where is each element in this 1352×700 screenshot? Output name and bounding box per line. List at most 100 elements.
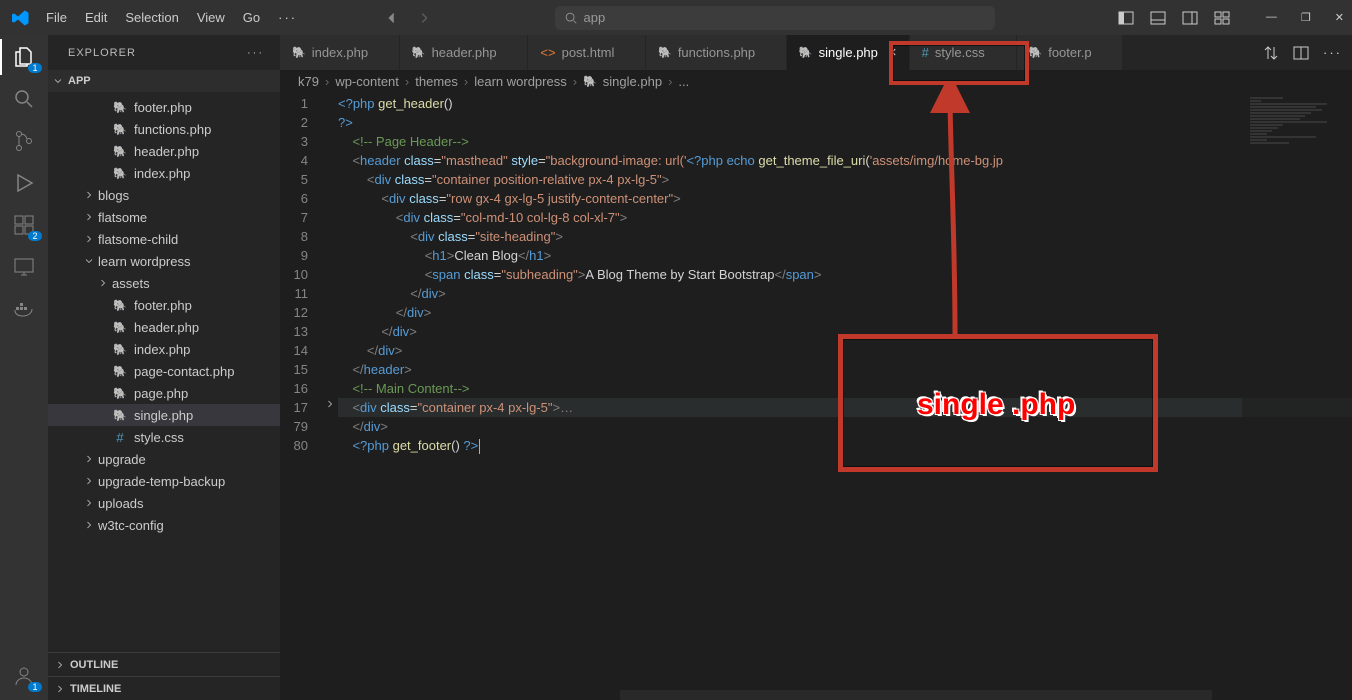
vscode-logo-icon bbox=[12, 9, 30, 27]
activity-docker[interactable] bbox=[10, 295, 38, 323]
minimize-icon[interactable]: — bbox=[1266, 11, 1277, 24]
chevron-right-icon bbox=[54, 659, 66, 671]
compare-icon[interactable] bbox=[1263, 45, 1279, 61]
editor-tab[interactable]: 🐘functions.php× bbox=[646, 35, 787, 70]
sidebar-explorer: EXPLORER ··· APP 🐘footer.php🐘functions.p… bbox=[48, 35, 280, 700]
menu-more[interactable]: ··· bbox=[270, 6, 305, 29]
title-bar: File Edit Selection View Go ··· app — ❐ … bbox=[0, 0, 1352, 35]
accounts-badge: 1 bbox=[28, 682, 42, 692]
chevron-down-icon bbox=[52, 75, 64, 87]
activity-explorer[interactable]: 1 bbox=[10, 43, 38, 71]
editor-tab[interactable]: 🐘footer.p× bbox=[1017, 35, 1124, 70]
file-item[interactable]: 🐘functions.php bbox=[48, 118, 280, 140]
menu-selection[interactable]: Selection bbox=[117, 6, 186, 29]
folder-item[interactable]: flatsome-child bbox=[48, 228, 280, 250]
layout-panel-icon[interactable] bbox=[1150, 10, 1166, 26]
file-item[interactable]: 🐘footer.php bbox=[48, 96, 280, 118]
file-item[interactable]: 🐘page-contact.php bbox=[48, 360, 280, 382]
command-center-search[interactable]: app bbox=[555, 6, 995, 30]
editor-more-icon[interactable]: ··· bbox=[1323, 45, 1342, 60]
tab-actions: ··· bbox=[1253, 35, 1352, 70]
horizontal-scrollbar[interactable] bbox=[620, 690, 1212, 700]
breadcrumb-segment[interactable]: themes bbox=[415, 74, 458, 89]
remote-explorer-icon bbox=[12, 255, 36, 279]
editor-tabs: 🐘index.php×🐘header.php×<>post.html×🐘func… bbox=[280, 35, 1352, 70]
editor-tab[interactable]: 🐘index.php× bbox=[280, 35, 400, 70]
source-control-icon bbox=[12, 129, 36, 153]
breadcrumb[interactable]: k79›wp-content›themes›learn wordpress›🐘s… bbox=[280, 70, 1352, 92]
file-item[interactable]: #style.css bbox=[48, 426, 280, 448]
outline-section[interactable]: OUTLINE bbox=[48, 652, 280, 676]
sidebar-more-icon[interactable]: ··· bbox=[247, 47, 264, 59]
window-controls: — ❐ ✕ bbox=[1266, 11, 1344, 24]
folder-item[interactable]: upgrade bbox=[48, 448, 280, 470]
layout-customize-icon[interactable] bbox=[1214, 10, 1230, 26]
layout-sidebar-left-icon[interactable] bbox=[1118, 10, 1134, 26]
layout-sidebar-right-icon[interactable] bbox=[1182, 10, 1198, 26]
activity-scm[interactable] bbox=[10, 127, 38, 155]
outline-label: OUTLINE bbox=[70, 659, 118, 671]
workspace-name: APP bbox=[68, 75, 91, 87]
workspace-folder-header[interactable]: APP bbox=[48, 70, 280, 92]
file-tree: 🐘footer.php🐘functions.php🐘header.php🐘ind… bbox=[48, 92, 280, 652]
docker-icon bbox=[12, 297, 36, 321]
line-gutter: 12345678910111213141516177980 bbox=[280, 92, 324, 700]
editor-group: 🐘index.php×🐘header.php×<>post.html×🐘func… bbox=[280, 35, 1352, 700]
timeline-section[interactable]: TIMELINE bbox=[48, 676, 280, 700]
editor-tab[interactable]: <>post.html× bbox=[528, 35, 646, 70]
activity-extensions[interactable]: 2 bbox=[10, 211, 38, 239]
extensions-badge: 2 bbox=[28, 231, 42, 241]
file-item[interactable]: 🐘index.php bbox=[48, 162, 280, 184]
breadcrumb-segment[interactable]: k79 bbox=[298, 74, 319, 89]
menu-go[interactable]: Go bbox=[235, 6, 268, 29]
search-icon bbox=[564, 11, 578, 25]
annotation-text: single .php bbox=[917, 388, 1075, 422]
close-icon[interactable]: ✕ bbox=[1335, 11, 1344, 24]
search-icon bbox=[12, 87, 36, 111]
folder-item[interactable]: upgrade-temp-backup bbox=[48, 470, 280, 492]
code-editor[interactable]: 12345678910111213141516177980 <?php get_… bbox=[280, 92, 1352, 700]
run-debug-icon bbox=[12, 171, 36, 195]
activity-remote[interactable] bbox=[10, 253, 38, 281]
nav-forward-icon[interactable] bbox=[417, 11, 431, 25]
activity-debug[interactable] bbox=[10, 169, 38, 197]
activity-accounts[interactable]: 1 bbox=[10, 662, 38, 690]
fold-toggle[interactable] bbox=[324, 398, 336, 410]
maximize-icon[interactable]: ❐ bbox=[1301, 11, 1311, 24]
editor-tab[interactable]: 🐘header.php× bbox=[400, 35, 529, 70]
minimap[interactable] bbox=[1242, 92, 1352, 700]
file-item[interactable]: 🐘header.php bbox=[48, 140, 280, 162]
search-text: app bbox=[584, 10, 606, 25]
folder-item[interactable]: assets bbox=[48, 272, 280, 294]
activity-bar: 1 2 1 bbox=[0, 35, 48, 700]
activity-search[interactable] bbox=[10, 85, 38, 113]
nav-history bbox=[385, 11, 431, 25]
folder-item[interactable]: learn wordpress bbox=[48, 250, 280, 272]
breadcrumb-segment[interactable]: ... bbox=[678, 74, 689, 89]
file-item[interactable]: 🐘footer.php bbox=[48, 294, 280, 316]
menu-edit[interactable]: Edit bbox=[77, 6, 115, 29]
explorer-badge: 1 bbox=[28, 63, 42, 73]
breadcrumb-segment[interactable]: single.php bbox=[603, 74, 662, 89]
split-editor-icon[interactable] bbox=[1293, 45, 1309, 61]
breadcrumb-segment[interactable]: learn wordpress bbox=[474, 74, 567, 89]
breadcrumb-segment[interactable]: wp-content bbox=[335, 74, 399, 89]
file-item[interactable]: 🐘header.php bbox=[48, 316, 280, 338]
timeline-label: TIMELINE bbox=[70, 683, 121, 695]
title-actions: — ❐ ✕ bbox=[1118, 10, 1344, 26]
file-item[interactable]: 🐘page.php bbox=[48, 382, 280, 404]
file-item[interactable]: 🐘index.php bbox=[48, 338, 280, 360]
file-item[interactable]: 🐘single.php bbox=[48, 404, 280, 426]
sidebar-title: EXPLORER bbox=[68, 47, 136, 59]
folder-item[interactable]: w3tc-config bbox=[48, 514, 280, 536]
folder-item[interactable]: blogs bbox=[48, 184, 280, 206]
annotation-tab-highlight bbox=[889, 41, 1029, 85]
folder-item[interactable]: flatsome bbox=[48, 206, 280, 228]
menubar: File Edit Selection View Go ··· bbox=[38, 6, 305, 29]
sidebar-header: EXPLORER ··· bbox=[48, 35, 280, 70]
menu-view[interactable]: View bbox=[189, 6, 233, 29]
nav-back-icon[interactable] bbox=[385, 11, 399, 25]
annotation-arrow bbox=[920, 85, 980, 340]
folder-item[interactable]: uploads bbox=[48, 492, 280, 514]
menu-file[interactable]: File bbox=[38, 6, 75, 29]
